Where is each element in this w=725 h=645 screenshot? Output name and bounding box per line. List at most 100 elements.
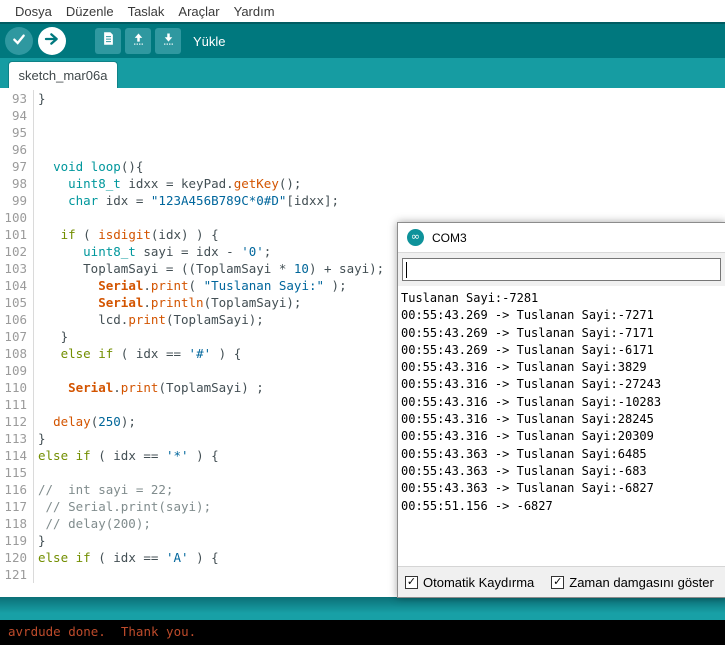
toolbar: Yükle	[0, 22, 725, 58]
serial-output-line: 00:55:43.269 -> Tuslanan Sayi:-6171	[401, 342, 725, 359]
line-number: 119	[0, 532, 34, 549]
verify-button[interactable]	[5, 27, 33, 55]
menu-bar: DosyaDüzenleTaslakAraçlarYardım	[0, 0, 725, 22]
code-text: lcd.print(ToplamSayi);	[34, 311, 264, 328]
upload-button[interactable]	[38, 27, 66, 55]
console-output: avrdude done. Thank you.	[0, 620, 725, 645]
arrow-down-icon	[161, 31, 176, 51]
code-text: // int sayi = 22;	[34, 481, 173, 498]
tab-label: sketch_mar06a	[19, 68, 108, 83]
code-text: uint8_t idxx = keyPad.getKey();	[34, 175, 301, 192]
code-line[interactable]: 99 char idx = "123A456B789C*0#D"[idxx];	[0, 192, 725, 209]
check-icon	[11, 31, 27, 52]
menu-item-dosya[interactable]: Dosya	[8, 2, 59, 21]
code-text: // delay(200);	[34, 515, 151, 532]
new-sketch-button[interactable]	[95, 28, 121, 54]
tab-sketch[interactable]: sketch_mar06a	[8, 61, 118, 88]
line-number: 118	[0, 515, 34, 532]
checkbox-zaman-damgas-n-g-ster[interactable]: ✓Zaman damgasını göster	[551, 575, 714, 590]
serial-output-line: 00:55:43.316 -> Tuslanan Sayi:-27243	[401, 376, 725, 393]
serial-monitor-titlebar[interactable]: ∞ COM3	[398, 223, 725, 253]
line-number: 96	[0, 141, 34, 158]
serial-send-input[interactable]	[402, 258, 721, 281]
serial-output-line: 00:55:51.156 -> -6827	[401, 498, 725, 515]
line-number: 107	[0, 328, 34, 345]
line-number: 100	[0, 209, 34, 226]
text-caret	[406, 262, 407, 278]
menu-item-taslak[interactable]: Taslak	[121, 2, 172, 21]
line-number: 101	[0, 226, 34, 243]
checkbox-label: Otomatik Kaydırma	[423, 575, 534, 590]
serial-monitor-window: ∞ COM3 Tuslanan Sayi:-728100:55:43.269 -…	[397, 222, 725, 598]
line-number: 109	[0, 362, 34, 379]
code-text: void loop(){	[34, 158, 143, 175]
serial-monitor-title: COM3	[432, 231, 467, 245]
serial-monitor-options-bar: ✓ Otomatik Kaydırma ✓Zaman damgasını göste…	[398, 566, 725, 597]
code-text: else if ( idx == '#' ) {	[34, 345, 241, 362]
serial-output-area[interactable]: Tuslanan Sayi:-728100:55:43.269 -> Tusla…	[398, 286, 725, 566]
serial-output-line: 00:55:43.269 -> Tuslanan Sayi:-7271	[401, 307, 725, 324]
line-number: 105	[0, 294, 34, 311]
code-line[interactable]: 96	[0, 141, 725, 158]
line-number: 113	[0, 430, 34, 447]
checkbox-box-icon[interactable]: ✓	[405, 576, 418, 589]
line-number: 104	[0, 277, 34, 294]
arrow-right-icon	[44, 31, 60, 52]
open-button[interactable]	[125, 28, 151, 54]
serial-input-row	[398, 253, 725, 286]
line-number: 106	[0, 311, 34, 328]
save-button[interactable]	[155, 28, 181, 54]
serial-output-line: 00:55:43.363 -> Tuslanan Sayi:6485	[401, 446, 725, 463]
checkbox-box-icon[interactable]: ✓	[551, 576, 564, 589]
status-bar	[0, 597, 725, 620]
arrow-up-icon	[131, 31, 146, 51]
menu-item-düzenle[interactable]: Düzenle	[59, 2, 121, 21]
code-text: }	[34, 430, 46, 447]
code-text: }	[34, 90, 46, 107]
checkbox-otomatik-kayd-rma[interactable]: ✓ Otomatik Kaydırma	[405, 575, 534, 590]
code-text: }	[34, 532, 46, 549]
menu-item-yardım[interactable]: Yardım	[227, 2, 282, 21]
code-text: else if ( idx == '*' ) {	[34, 447, 219, 464]
line-number: 114	[0, 447, 34, 464]
code-text: Serial.print( "Tuslanan Sayi:" );	[34, 277, 347, 294]
code-text	[34, 141, 38, 158]
line-number: 110	[0, 379, 34, 396]
line-number: 116	[0, 481, 34, 498]
line-number: 99	[0, 192, 34, 209]
line-number: 112	[0, 413, 34, 430]
line-number: 120	[0, 549, 34, 566]
line-number: 97	[0, 158, 34, 175]
line-number: 102	[0, 243, 34, 260]
code-line[interactable]: 94	[0, 107, 725, 124]
menu-item-araçlar[interactable]: Araçlar	[171, 2, 226, 21]
serial-output-line: 00:55:43.269 -> Tuslanan Sayi:-7171	[401, 325, 725, 342]
code-text: if ( isdigit(idx) ) {	[34, 226, 219, 243]
code-text: else if ( idx == 'A' ) {	[34, 549, 219, 566]
serial-output-line: 00:55:43.316 -> Tuslanan Sayi:-10283	[401, 394, 725, 411]
line-number: 103	[0, 260, 34, 277]
code-text	[34, 362, 38, 379]
serial-output-line: 00:55:43.316 -> Tuslanan Sayi:28245	[401, 411, 725, 428]
line-number: 93	[0, 90, 34, 107]
code-line[interactable]: 95	[0, 124, 725, 141]
code-line[interactable]: 93}	[0, 90, 725, 107]
serial-output-line: 00:55:43.316 -> Tuslanan Sayi:3829	[401, 359, 725, 376]
line-number: 121	[0, 566, 34, 583]
serial-output-line: Tuslanan Sayi:-7281	[401, 290, 725, 307]
code-text: uint8_t sayi = idx - '0';	[34, 243, 271, 260]
line-number: 117	[0, 498, 34, 515]
serial-output-line: 00:55:43.363 -> Tuslanan Sayi:-6827	[401, 480, 725, 497]
document-icon	[101, 31, 116, 51]
code-text	[34, 566, 38, 583]
code-text: // Serial.print(sayi);	[34, 498, 211, 515]
line-number: 95	[0, 124, 34, 141]
code-text	[34, 107, 38, 124]
line-number: 98	[0, 175, 34, 192]
code-text	[34, 209, 38, 226]
serial-output-line: 00:55:43.363 -> Tuslanan Sayi:-683	[401, 463, 725, 480]
serial-output-line: 00:55:43.316 -> Tuslanan Sayi:20309	[401, 428, 725, 445]
code-line[interactable]: 97 void loop(){	[0, 158, 725, 175]
code-line[interactable]: 98 uint8_t idxx = keyPad.getKey();	[0, 175, 725, 192]
tab-bar: sketch_mar06a	[0, 58, 725, 88]
